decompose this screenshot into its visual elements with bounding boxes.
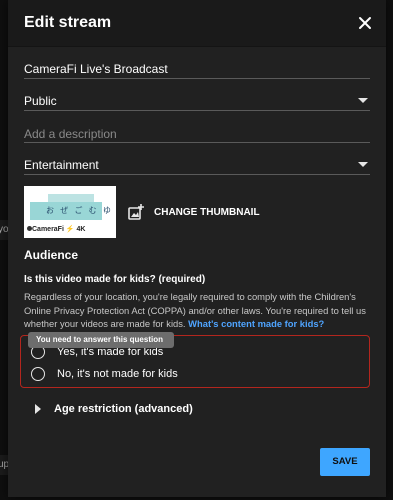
thumbnail-decoration bbox=[48, 194, 94, 202]
required-tooltip: You need to answer this question bbox=[28, 332, 174, 348]
kids-question: Is this video made for kids? (required) bbox=[24, 274, 206, 285]
radio-no-label: No, it's not made for kids bbox=[57, 368, 178, 380]
coppa-description: Regardless of your location, you're lega… bbox=[24, 290, 372, 331]
chevron-down-icon bbox=[358, 162, 368, 167]
audience-title: Audience bbox=[24, 248, 79, 262]
radio-button[interactable] bbox=[31, 367, 45, 381]
add-photo-icon bbox=[128, 204, 144, 220]
close-icon bbox=[359, 17, 371, 29]
category-select[interactable]: Entertainment bbox=[24, 152, 370, 175]
change-thumbnail-label: CHANGE THUMBNAIL bbox=[154, 207, 260, 218]
privacy-select-value: Public bbox=[24, 94, 57, 108]
thumbnail-brand: CameraFi ⚡ 4K bbox=[32, 226, 86, 233]
thumbnail-glyphs: お ぜ ご む ゆ bbox=[46, 206, 113, 215]
title-field[interactable]: CameraFi Live's Broadcast bbox=[24, 56, 370, 79]
edit-stream-dialog: Edit stream CameraFi Live's Broadcast Pu… bbox=[8, 0, 386, 497]
close-button[interactable] bbox=[354, 12, 376, 34]
description-field[interactable]: Add a description bbox=[24, 120, 370, 143]
thumbnail-preview[interactable]: お ぜ ご む ゆ CameraFi ⚡ 4K bbox=[24, 186, 116, 238]
dialog-header: Edit stream bbox=[8, 0, 386, 47]
title-field-value: CameraFi Live's Broadcast bbox=[24, 62, 168, 76]
privacy-select[interactable]: Public bbox=[24, 88, 370, 111]
age-restriction-label: Age restriction (advanced) bbox=[54, 403, 193, 415]
chevron-down-icon bbox=[358, 98, 368, 103]
chevron-right-icon bbox=[35, 404, 41, 414]
dialog-title: Edit stream bbox=[24, 14, 112, 31]
made-for-kids-link[interactable]: What's content made for kids? bbox=[188, 318, 324, 329]
category-select-value: Entertainment bbox=[24, 158, 99, 172]
save-button[interactable]: SAVE bbox=[320, 448, 370, 476]
description-placeholder: Add a description bbox=[24, 127, 117, 141]
